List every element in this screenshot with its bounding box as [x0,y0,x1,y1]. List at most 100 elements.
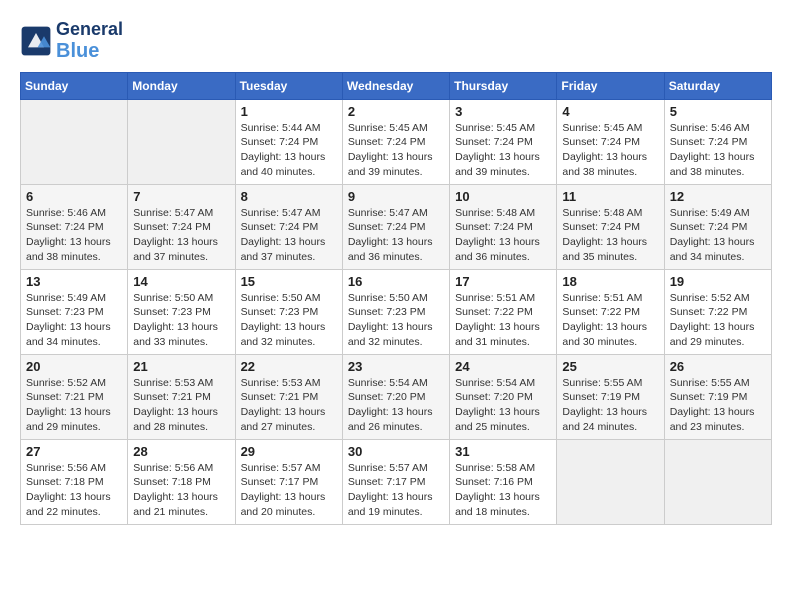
day-number: 9 [348,189,444,204]
calendar-cell: 24 Sunrise: 5:54 AM Sunset: 7:20 PM Dayli… [450,354,557,439]
calendar-cell: 28 Sunrise: 5:56 AM Sunset: 7:18 PM Dayli… [128,439,235,524]
day-number: 29 [241,444,337,459]
logo: General Blue [20,20,123,62]
day-number: 4 [562,104,658,119]
day-info: Sunrise: 5:47 AM Sunset: 7:24 PM Dayligh… [241,206,337,265]
day-info: Sunrise: 5:57 AM Sunset: 7:17 PM Dayligh… [348,461,444,520]
calendar-table: SundayMondayTuesdayWednesdayThursdayFrid… [20,72,772,525]
weekday-header-sunday: Sunday [21,72,128,99]
weekday-header-thursday: Thursday [450,72,557,99]
calendar-cell: 14Sunrise: 5:50 AM Sunset: 7:23 PM Dayli… [128,269,235,354]
day-number: 15 [241,274,337,289]
calendar-week-4: 20 Sunrise: 5:52 AM Sunset: 7:21 PM Dayli… [21,354,772,439]
day-number: 1 [241,104,337,119]
day-number: 20 [26,359,122,374]
calendar-cell: 20 Sunrise: 5:52 AM Sunset: 7:21 PM Dayli… [21,354,128,439]
day-number: 16 [348,274,444,289]
day-number: 3 [455,104,551,119]
calendar-cell: 21 Sunrise: 5:53 AM Sunset: 7:21 PM Dayli… [128,354,235,439]
day-info: Sunrise: 5:54 AM Sunset: 7:20 PM Dayligh… [455,376,551,435]
day-number: 31 [455,444,551,459]
logo-text: General Blue [56,20,123,62]
day-number: 27 [26,444,122,459]
day-info: Sunrise: 5:45 AM Sunset: 7:24 PM Dayligh… [562,121,658,180]
day-number: 8 [241,189,337,204]
calendar-cell: 2 Sunrise: 5:45 AM Sunset: 7:24 PM Daylig… [342,99,449,184]
day-info: Sunrise: 5:53 AM Sunset: 7:21 PM Dayligh… [133,376,229,435]
day-number: 5 [670,104,766,119]
calendar-cell [128,99,235,184]
calendar-cell: 3 Sunrise: 5:45 AM Sunset: 7:24 PM Daylig… [450,99,557,184]
day-number: 2 [348,104,444,119]
calendar-cell: 5 Sunrise: 5:46 AM Sunset: 7:24 PM Daylig… [664,99,771,184]
calendar-cell: 23 Sunrise: 5:54 AM Sunset: 7:20 PM Dayli… [342,354,449,439]
day-number: 25 [562,359,658,374]
day-info: Sunrise: 5:48 AM Sunset: 7:24 PM Dayligh… [562,206,658,265]
calendar-cell: 6Sunrise: 5:46 AM Sunset: 7:24 PM Daylig… [21,184,128,269]
weekday-header-saturday: Saturday [664,72,771,99]
calendar-week-5: 27 Sunrise: 5:56 AM Sunset: 7:18 PM Dayli… [21,439,772,524]
weekday-header-tuesday: Tuesday [235,72,342,99]
day-info: Sunrise: 5:46 AM Sunset: 7:24 PM Dayligh… [670,121,766,180]
day-number: 28 [133,444,229,459]
calendar-cell: 8 Sunrise: 5:47 AM Sunset: 7:24 PM Daylig… [235,184,342,269]
day-info: Sunrise: 5:47 AM Sunset: 7:24 PM Dayligh… [348,206,444,265]
calendar-cell [557,439,664,524]
calendar-cell: 16 Sunrise: 5:50 AM Sunset: 7:23 PM Dayli… [342,269,449,354]
day-number: 22 [241,359,337,374]
day-info: Sunrise: 5:51 AM Sunset: 7:22 PM Dayligh… [455,291,551,350]
day-number: 10 [455,189,551,204]
calendar-cell [664,439,771,524]
day-info: Sunrise: 5:54 AM Sunset: 7:20 PM Dayligh… [348,376,444,435]
weekday-header-row: SundayMondayTuesdayWednesdayThursdayFrid… [21,72,772,99]
calendar-cell: 27 Sunrise: 5:56 AM Sunset: 7:18 PM Dayli… [21,439,128,524]
calendar-cell: 1 Sunrise: 5:44 AM Sunset: 7:24 PM Daylig… [235,99,342,184]
day-number: 11 [562,189,658,204]
day-number: 30 [348,444,444,459]
day-number: 24 [455,359,551,374]
calendar-cell: 11 Sunrise: 5:48 AM Sunset: 7:24 PM Dayli… [557,184,664,269]
page-header: General Blue [20,20,772,62]
day-info: Sunrise: 5:45 AM Sunset: 7:24 PM Dayligh… [348,121,444,180]
weekday-header-wednesday: Wednesday [342,72,449,99]
weekday-header-friday: Friday [557,72,664,99]
day-number: 26 [670,359,766,374]
calendar-cell: 26 Sunrise: 5:55 AM Sunset: 7:19 PM Dayli… [664,354,771,439]
calendar-week-3: 13 Sunrise: 5:49 AM Sunset: 7:23 PM Dayli… [21,269,772,354]
calendar-cell: 7Sunrise: 5:47 AM Sunset: 7:24 PM Daylig… [128,184,235,269]
day-info: Sunrise: 5:49 AM Sunset: 7:23 PM Dayligh… [26,291,122,350]
day-info: Sunrise: 5:47 AM Sunset: 7:24 PM Dayligh… [133,206,229,265]
day-info: Sunrise: 5:45 AM Sunset: 7:24 PM Dayligh… [455,121,551,180]
day-number: 23 [348,359,444,374]
day-info: Sunrise: 5:58 AM Sunset: 7:16 PM Dayligh… [455,461,551,520]
day-number: 12 [670,189,766,204]
day-info: Sunrise: 5:56 AM Sunset: 7:18 PM Dayligh… [133,461,229,520]
day-info: Sunrise: 5:49 AM Sunset: 7:24 PM Dayligh… [670,206,766,265]
day-info: Sunrise: 5:51 AM Sunset: 7:22 PM Dayligh… [562,291,658,350]
day-info: Sunrise: 5:57 AM Sunset: 7:17 PM Dayligh… [241,461,337,520]
day-info: Sunrise: 5:55 AM Sunset: 7:19 PM Dayligh… [562,376,658,435]
day-info: Sunrise: 5:52 AM Sunset: 7:21 PM Dayligh… [26,376,122,435]
calendar-cell: 4 Sunrise: 5:45 AM Sunset: 7:24 PM Daylig… [557,99,664,184]
weekday-header-monday: Monday [128,72,235,99]
day-number: 13 [26,274,122,289]
day-info: Sunrise: 5:53 AM Sunset: 7:21 PM Dayligh… [241,376,337,435]
day-number: 18 [562,274,658,289]
calendar-cell: 25 Sunrise: 5:55 AM Sunset: 7:19 PM Dayli… [557,354,664,439]
calendar-week-2: 6Sunrise: 5:46 AM Sunset: 7:24 PM Daylig… [21,184,772,269]
calendar-cell: 30 Sunrise: 5:57 AM Sunset: 7:17 PM Dayli… [342,439,449,524]
day-info: Sunrise: 5:55 AM Sunset: 7:19 PM Dayligh… [670,376,766,435]
day-info: Sunrise: 5:48 AM Sunset: 7:24 PM Dayligh… [455,206,551,265]
day-number: 21 [133,359,229,374]
calendar-cell: 29 Sunrise: 5:57 AM Sunset: 7:17 PM Dayli… [235,439,342,524]
day-info: Sunrise: 5:44 AM Sunset: 7:24 PM Dayligh… [241,121,337,180]
day-number: 14 [133,274,229,289]
calendar-week-1: 1 Sunrise: 5:44 AM Sunset: 7:24 PM Daylig… [21,99,772,184]
calendar-cell: 31 Sunrise: 5:58 AM Sunset: 7:16 PM Dayli… [450,439,557,524]
day-info: Sunrise: 5:50 AM Sunset: 7:23 PM Dayligh… [348,291,444,350]
day-info: Sunrise: 5:52 AM Sunset: 7:22 PM Dayligh… [670,291,766,350]
logo-icon [20,25,52,57]
day-info: Sunrise: 5:46 AM Sunset: 7:24 PM Dayligh… [26,206,122,265]
calendar-cell: 18 Sunrise: 5:51 AM Sunset: 7:22 PM Dayli… [557,269,664,354]
day-info: Sunrise: 5:56 AM Sunset: 7:18 PM Dayligh… [26,461,122,520]
